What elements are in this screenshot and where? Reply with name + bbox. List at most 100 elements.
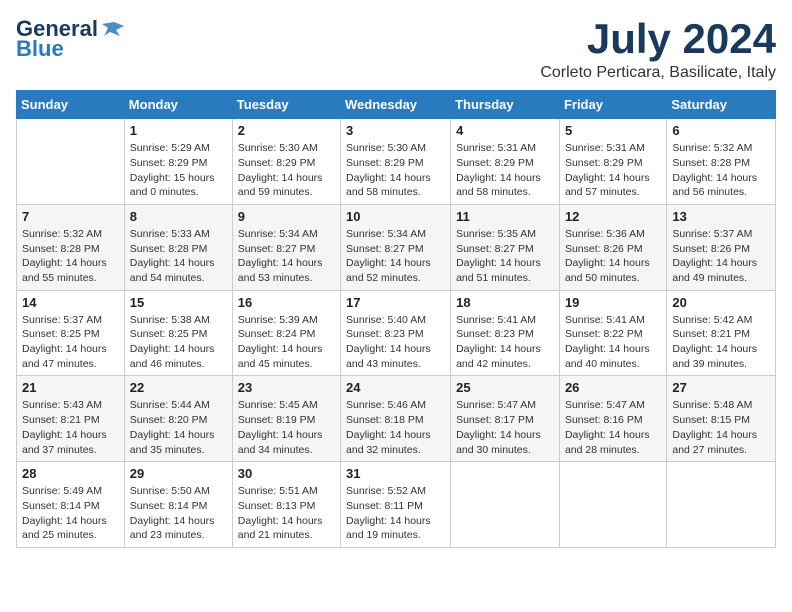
header-area: General Blue July 2024 Corleto Perticara… xyxy=(16,16,776,82)
day-info: Sunrise: 5:41 AM Sunset: 8:22 PM Dayligh… xyxy=(565,313,661,372)
day-info: Sunrise: 5:37 AM Sunset: 8:26 PM Dayligh… xyxy=(672,227,770,286)
weekday-header-thursday: Thursday xyxy=(451,91,560,119)
logo: General Blue xyxy=(16,16,124,62)
day-number: 1 xyxy=(130,123,227,138)
week-row-3: 21Sunrise: 5:43 AM Sunset: 8:21 PM Dayli… xyxy=(17,376,776,462)
day-number: 6 xyxy=(672,123,770,138)
day-number: 27 xyxy=(672,380,770,395)
day-number: 20 xyxy=(672,295,770,310)
day-number: 12 xyxy=(565,209,661,224)
calendar-cell: 14Sunrise: 5:37 AM Sunset: 8:25 PM Dayli… xyxy=(17,290,125,376)
day-number: 4 xyxy=(456,123,554,138)
calendar-cell: 23 Sunrise: 5:45 AM Sunset: 8:19 PM Dayli… xyxy=(232,376,340,462)
day-info: Sunrise: 5:38 AM Sunset: 8:25 PM Dayligh… xyxy=(130,313,227,372)
calendar-cell xyxy=(667,462,776,548)
day-info: Sunrise: 5:33 AM Sunset: 8:28 PM Dayligh… xyxy=(130,227,227,286)
calendar-cell: 29 Sunrise: 5:50 AM Sunset: 8:14 PM Dayli… xyxy=(124,462,232,548)
calendar-cell: 26 Sunrise: 5:47 AM Sunset: 8:16 PM Dayli… xyxy=(559,376,666,462)
calendar-cell: 11Sunrise: 5:35 AM Sunset: 8:27 PM Dayli… xyxy=(451,204,560,290)
day-info: Sunrise: 5:51 AM Sunset: 8:13 PM Dayligh… xyxy=(238,484,335,543)
day-info: Sunrise: 5:44 AM Sunset: 8:20 PM Dayligh… xyxy=(130,398,227,457)
calendar-cell: 16 Sunrise: 5:39 AM Sunset: 8:24 PM Dayli… xyxy=(232,290,340,376)
day-number: 25 xyxy=(456,380,554,395)
day-info: Sunrise: 5:32 AM Sunset: 8:28 PM Dayligh… xyxy=(22,227,119,286)
calendar-cell: 4 Sunrise: 5:31 AM Sunset: 8:29 PM Daylig… xyxy=(451,119,560,205)
day-number: 21 xyxy=(22,380,119,395)
day-number: 17 xyxy=(346,295,445,310)
calendar-cell: 7 Sunrise: 5:32 AM Sunset: 8:28 PM Daylig… xyxy=(17,204,125,290)
calendar-cell: 19 Sunrise: 5:41 AM Sunset: 8:22 PM Dayli… xyxy=(559,290,666,376)
day-number: 9 xyxy=(238,209,335,224)
weekday-header-sunday: Sunday xyxy=(17,91,125,119)
day-number: 10 xyxy=(346,209,445,224)
calendar-cell: 9 Sunrise: 5:34 AM Sunset: 8:27 PM Daylig… xyxy=(232,204,340,290)
day-number: 31 xyxy=(346,466,445,481)
day-number: 3 xyxy=(346,123,445,138)
day-info: Sunrise: 5:50 AM Sunset: 8:14 PM Dayligh… xyxy=(130,484,227,543)
day-info: Sunrise: 5:34 AM Sunset: 8:27 PM Dayligh… xyxy=(238,227,335,286)
calendar-cell: 17Sunrise: 5:40 AM Sunset: 8:23 PM Dayli… xyxy=(341,290,451,376)
day-info: Sunrise: 5:41 AM Sunset: 8:23 PM Dayligh… xyxy=(456,313,554,372)
day-number: 7 xyxy=(22,209,119,224)
calendar-cell: 1Sunrise: 5:29 AM Sunset: 8:29 PM Daylig… xyxy=(124,119,232,205)
day-info: Sunrise: 5:47 AM Sunset: 8:17 PM Dayligh… xyxy=(456,398,554,457)
day-info: Sunrise: 5:32 AM Sunset: 8:28 PM Dayligh… xyxy=(672,141,770,200)
day-info: Sunrise: 5:42 AM Sunset: 8:21 PM Dayligh… xyxy=(672,313,770,372)
calendar-cell: 2Sunrise: 5:30 AM Sunset: 8:29 PM Daylig… xyxy=(232,119,340,205)
day-number: 30 xyxy=(238,466,335,481)
calendar-cell: 22 Sunrise: 5:44 AM Sunset: 8:20 PM Dayli… xyxy=(124,376,232,462)
location-title: Corleto Perticara, Basilicate, Italy xyxy=(540,64,776,82)
weekday-header-row: SundayMondayTuesdayWednesdayThursdayFrid… xyxy=(17,91,776,119)
day-number: 19 xyxy=(565,295,661,310)
day-number: 28 xyxy=(22,466,119,481)
calendar-cell: 25 Sunrise: 5:47 AM Sunset: 8:17 PM Dayli… xyxy=(451,376,560,462)
day-number: 5 xyxy=(565,123,661,138)
day-number: 18 xyxy=(456,295,554,310)
calendar-cell: 28Sunrise: 5:49 AM Sunset: 8:14 PM Dayli… xyxy=(17,462,125,548)
calendar-cell xyxy=(17,119,125,205)
week-row-0: 1Sunrise: 5:29 AM Sunset: 8:29 PM Daylig… xyxy=(17,119,776,205)
calendar-table: SundayMondayTuesdayWednesdayThursdayFrid… xyxy=(16,90,776,548)
day-number: 15 xyxy=(130,295,227,310)
weekday-header-saturday: Saturday xyxy=(667,91,776,119)
day-number: 26 xyxy=(565,380,661,395)
weekday-header-tuesday: Tuesday xyxy=(232,91,340,119)
calendar-cell: 13 Sunrise: 5:37 AM Sunset: 8:26 PM Dayli… xyxy=(667,204,776,290)
calendar-cell: 24Sunrise: 5:46 AM Sunset: 8:18 PM Dayli… xyxy=(341,376,451,462)
day-info: Sunrise: 5:31 AM Sunset: 8:29 PM Dayligh… xyxy=(456,141,554,200)
day-info: Sunrise: 5:36 AM Sunset: 8:26 PM Dayligh… xyxy=(565,227,661,286)
day-number: 23 xyxy=(238,380,335,395)
day-number: 24 xyxy=(346,380,445,395)
day-info: Sunrise: 5:30 AM Sunset: 8:29 PM Dayligh… xyxy=(346,141,445,200)
day-number: 11 xyxy=(456,209,554,224)
calendar-cell: 5Sunrise: 5:31 AM Sunset: 8:29 PM Daylig… xyxy=(559,119,666,205)
day-info: Sunrise: 5:47 AM Sunset: 8:16 PM Dayligh… xyxy=(565,398,661,457)
calendar-cell: 20 Sunrise: 5:42 AM Sunset: 8:21 PM Dayli… xyxy=(667,290,776,376)
calendar-cell: 8 Sunrise: 5:33 AM Sunset: 8:28 PM Daylig… xyxy=(124,204,232,290)
day-info: Sunrise: 5:48 AM Sunset: 8:15 PM Dayligh… xyxy=(672,398,770,457)
day-info: Sunrise: 5:45 AM Sunset: 8:19 PM Dayligh… xyxy=(238,398,335,457)
month-title: July 2024 xyxy=(540,16,776,62)
calendar-cell xyxy=(451,462,560,548)
calendar-cell: 27 Sunrise: 5:48 AM Sunset: 8:15 PM Dayli… xyxy=(667,376,776,462)
calendar-cell: 21Sunrise: 5:43 AM Sunset: 8:21 PM Dayli… xyxy=(17,376,125,462)
calendar-cell: 30 Sunrise: 5:51 AM Sunset: 8:13 PM Dayli… xyxy=(232,462,340,548)
logo-bird-icon xyxy=(102,18,124,40)
day-number: 16 xyxy=(238,295,335,310)
calendar-cell: 15 Sunrise: 5:38 AM Sunset: 8:25 PM Dayli… xyxy=(124,290,232,376)
day-info: Sunrise: 5:39 AM Sunset: 8:24 PM Dayligh… xyxy=(238,313,335,372)
week-row-1: 7 Sunrise: 5:32 AM Sunset: 8:28 PM Daylig… xyxy=(17,204,776,290)
title-area: July 2024 Corleto Perticara, Basilicate,… xyxy=(540,16,776,82)
week-row-4: 28Sunrise: 5:49 AM Sunset: 8:14 PM Dayli… xyxy=(17,462,776,548)
calendar-cell: 18 Sunrise: 5:41 AM Sunset: 8:23 PM Dayli… xyxy=(451,290,560,376)
day-number: 22 xyxy=(130,380,227,395)
day-number: 13 xyxy=(672,209,770,224)
day-info: Sunrise: 5:52 AM Sunset: 8:11 PM Dayligh… xyxy=(346,484,445,543)
day-info: Sunrise: 5:30 AM Sunset: 8:29 PM Dayligh… xyxy=(238,141,335,200)
calendar-cell: 3 Sunrise: 5:30 AM Sunset: 8:29 PM Daylig… xyxy=(341,119,451,205)
day-number: 29 xyxy=(130,466,227,481)
day-number: 8 xyxy=(130,209,227,224)
weekday-header-monday: Monday xyxy=(124,91,232,119)
week-row-2: 14Sunrise: 5:37 AM Sunset: 8:25 PM Dayli… xyxy=(17,290,776,376)
weekday-header-friday: Friday xyxy=(559,91,666,119)
